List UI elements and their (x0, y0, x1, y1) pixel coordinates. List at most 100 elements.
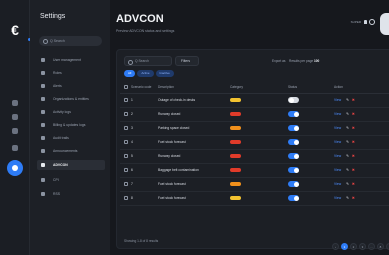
gear-icon[interactable] (369, 19, 375, 25)
view-link[interactable]: View (334, 196, 341, 200)
export-button[interactable]: Export as (272, 59, 285, 63)
row-checkbox[interactable] (124, 126, 128, 131)
sidebar-item-user-management[interactable]: User management (37, 55, 105, 65)
sidebar-search-input[interactable]: Q Search (39, 36, 102, 46)
advcon-icon (41, 163, 45, 167)
table-row[interactable]: 6 Baggage belt contamination View ✎ ✖ (120, 163, 389, 178)
sidebar-item-roles[interactable]: Roles (37, 68, 105, 78)
cell-code: 7 (120, 177, 158, 192)
sidebar-item-cpi[interactable]: CPI (37, 175, 105, 185)
edit-icon[interactable]: ✎ (346, 182, 349, 186)
row-checkbox[interactable] (124, 112, 128, 117)
status-toggle[interactable] (288, 111, 299, 117)
audit-icon (41, 136, 45, 140)
rail-analytics-icon[interactable] (12, 114, 18, 120)
filters-button[interactable]: Filters (175, 56, 199, 66)
alert-icon (41, 84, 45, 88)
view-link[interactable]: View (334, 140, 341, 144)
edit-icon[interactable]: ✎ (346, 154, 349, 158)
view-link[interactable]: View (334, 112, 341, 116)
cell-code: 2 (120, 107, 158, 122)
status-toggle[interactable] (288, 167, 299, 173)
page-button[interactable]: 3 (359, 243, 366, 250)
delete-icon[interactable]: ✖ (352, 140, 355, 144)
table-row[interactable]: 3 Parking space closed View ✎ ✖ (120, 121, 389, 136)
table-row[interactable]: 8 Fuel stock forecast View ✎ ✖ (120, 191, 389, 206)
status-toggle[interactable] (288, 195, 299, 201)
status-toggle[interactable] (288, 139, 299, 145)
select-all-checkbox[interactable] (124, 84, 128, 89)
view-link[interactable]: View (334, 154, 341, 158)
row-checkbox[interactable] (124, 196, 128, 201)
cell-description: Outage of check-in desks (158, 93, 230, 108)
page-button[interactable]: 2 (350, 243, 357, 250)
chip-active[interactable]: Active (137, 70, 154, 77)
header-description[interactable]: Description (158, 81, 230, 94)
row-checkbox[interactable] (124, 154, 128, 159)
sidebar-item-rss[interactable]: RSS (37, 189, 105, 199)
table-row[interactable]: 4 Fuel stock forecast View ✎ ✖ (120, 135, 389, 150)
sidebar-item-announcements[interactable]: Announcements (37, 146, 105, 156)
sidebar-item-organizations[interactable]: Organizations & entities (37, 94, 105, 104)
table-row[interactable]: 7 Fuel stock forecast View ✎ ✖ (120, 177, 389, 192)
sidebar-item-label: ADVCON (53, 163, 68, 167)
sidebar-item-advcon[interactable]: ADVCON (37, 160, 105, 170)
sidebar-item-billing-logs[interactable]: Billing & updates logs (37, 120, 105, 130)
edit-icon[interactable]: ✎ (346, 98, 349, 102)
status-toggle[interactable] (288, 181, 299, 187)
status-toggle[interactable] (288, 97, 299, 103)
page-button[interactable]: 8 (377, 243, 384, 250)
page-button[interactable]: ‹ (332, 243, 339, 250)
header-category[interactable]: Category (230, 81, 288, 94)
row-checkbox[interactable] (124, 168, 128, 173)
sidebar-item-activity-logs[interactable]: Activity logs (37, 107, 105, 117)
page-button[interactable]: … (368, 243, 375, 250)
rail-reports-icon[interactable] (12, 145, 18, 151)
table-row[interactable]: 1 Outage of check-in desks View ✎ ✖ (120, 93, 389, 108)
rail-flights-icon[interactable] (12, 128, 18, 134)
rail-home-icon[interactable] (12, 100, 18, 106)
view-link[interactable]: View (334, 98, 341, 102)
edit-icon[interactable]: ✎ (346, 126, 349, 130)
delete-icon[interactable]: ✖ (352, 182, 355, 186)
delete-icon[interactable]: ✖ (352, 196, 355, 200)
table-row[interactable]: 2 Runway closed View ✎ ✖ (120, 107, 389, 122)
edit-icon[interactable]: ✎ (346, 168, 349, 172)
view-link[interactable]: View (334, 182, 341, 186)
sidebar-item-label: CPI (53, 178, 59, 182)
category-badge (230, 139, 241, 144)
header-code[interactable]: Scenario code (120, 81, 158, 94)
row-checkbox[interactable] (124, 182, 128, 187)
table-search-input[interactable]: Q Search (124, 56, 172, 66)
chip-inactive[interactable]: Inactive (155, 70, 174, 77)
results-per-page-select[interactable]: 100 (314, 59, 319, 63)
sidebar-item-audit-trails[interactable]: Audit trails (37, 133, 105, 143)
row-checkbox[interactable] (124, 98, 128, 103)
sidebar-item-alerts[interactable]: Alerts (37, 81, 105, 91)
status-toggle[interactable] (288, 153, 299, 159)
delete-icon[interactable]: ✖ (352, 112, 355, 116)
delete-icon[interactable]: ✖ (352, 154, 355, 158)
page-button[interactable]: 1 (341, 243, 348, 250)
avatar[interactable] (380, 13, 389, 35)
cell-code: 1 (120, 93, 158, 108)
edit-icon[interactable]: ✎ (346, 196, 349, 200)
view-link[interactable]: View (334, 126, 341, 130)
rail-settings-icon[interactable] (7, 160, 23, 176)
category-badge (230, 167, 241, 172)
edit-icon[interactable]: ✎ (346, 140, 349, 144)
chip-all[interactable]: All (124, 70, 136, 77)
row-checkbox[interactable] (124, 140, 128, 145)
header-status[interactable]: Status (288, 81, 334, 94)
bell-icon[interactable] (364, 20, 367, 24)
cell-code: 4 (120, 135, 158, 150)
delete-icon[interactable]: ✖ (352, 168, 355, 172)
table-row[interactable]: 5 Runway closed View ✎ ✖ (120, 149, 389, 164)
delete-icon[interactable]: ✖ (352, 126, 355, 130)
sidebar-item-label: Audit trails (53, 136, 69, 140)
cell-description: Fuel stock forecast (158, 135, 230, 150)
delete-icon[interactable]: ✖ (352, 98, 355, 102)
view-link[interactable]: View (334, 168, 341, 172)
edit-icon[interactable]: ✎ (346, 112, 349, 116)
status-toggle[interactable] (288, 125, 299, 131)
